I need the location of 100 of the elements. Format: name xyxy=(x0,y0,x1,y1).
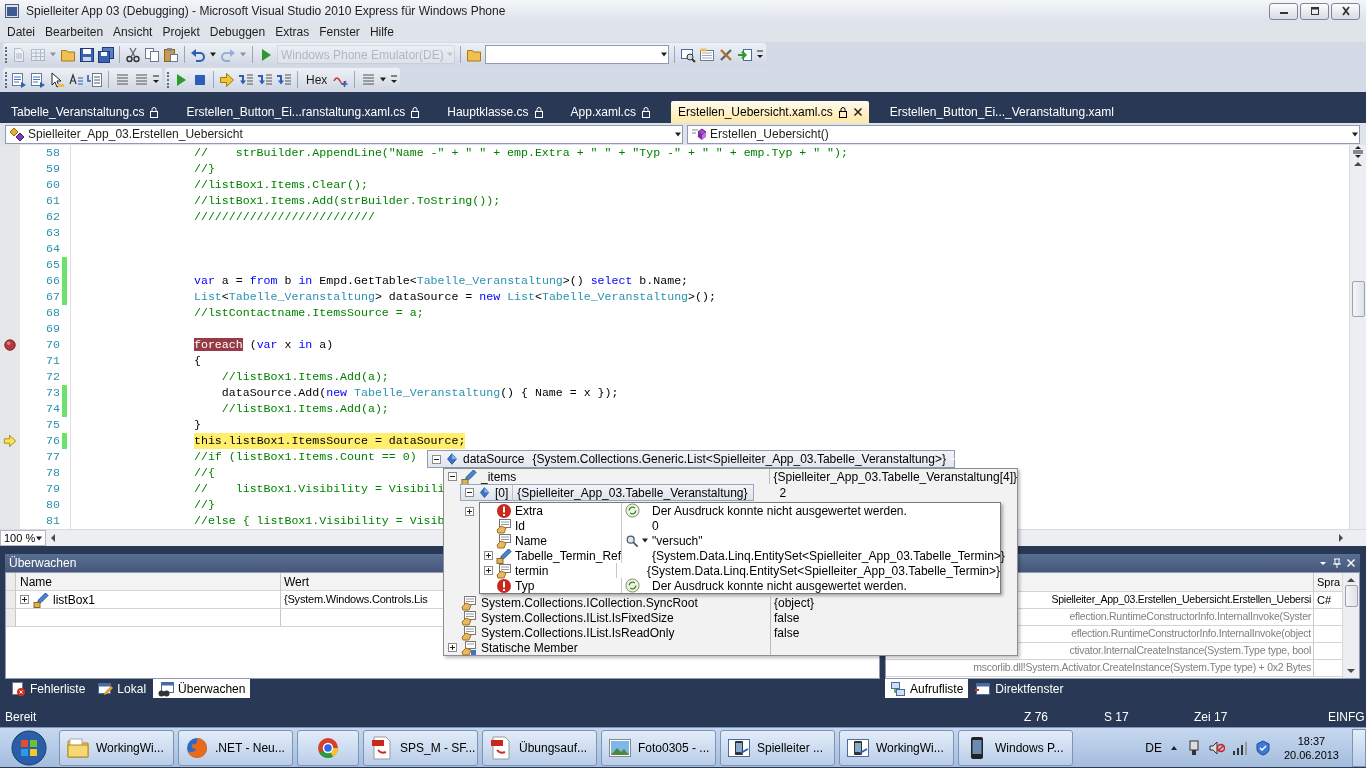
panel-tab[interactable]: Direktfenster xyxy=(970,679,1069,698)
taskbar-button[interactable]: WorkingWi... xyxy=(59,729,174,766)
step-icon[interactable] xyxy=(238,71,254,88)
vertical-scrollbar[interactable] xyxy=(1349,145,1366,529)
overflow-icon[interactable] xyxy=(152,75,160,84)
document-tab[interactable]: Erstellen_Button_Ei...ranstaltung.xaml.cs xyxy=(179,101,427,123)
clipboard-icon[interactable] xyxy=(163,46,179,63)
step-icon[interactable] xyxy=(276,71,292,88)
text-lines-icon[interactable] xyxy=(68,71,84,88)
taskbar-button[interactable]: Windows P... xyxy=(958,729,1073,766)
zoom-dropdown[interactable]: 100 % xyxy=(0,530,46,546)
document-tab[interactable]: Hauptklasse.cs xyxy=(440,101,550,123)
collapse-icon[interactable] xyxy=(432,454,441,464)
expand-icon[interactable] xyxy=(20,595,29,604)
maximize-button[interactable] xyxy=(1300,2,1329,20)
document-tab[interactable]: Tabelle_Veranstaltung.cs xyxy=(4,101,166,123)
breakpoint-icon[interactable] xyxy=(3,338,17,352)
menu-item[interactable]: Hilfe xyxy=(364,23,399,41)
close-icon[interactable] xyxy=(852,107,863,117)
scroll-right-icon[interactable] xyxy=(1336,532,1346,544)
floppy-disks-icon[interactable] xyxy=(98,46,114,63)
refresh-icon[interactable] xyxy=(625,503,640,518)
shield-icon[interactable] xyxy=(1254,739,1271,756)
clock-date[interactable]: 20.06.2013 xyxy=(1283,747,1339,762)
expand-icon[interactable] xyxy=(484,566,493,575)
signal-bars-icon[interactable] xyxy=(1231,739,1248,756)
overflow-icon[interactable] xyxy=(390,75,399,84)
properties-icon[interactable] xyxy=(699,46,715,63)
column-header[interactable]: Name xyxy=(16,573,281,590)
stack-frame[interactable]: mscorlib.dll!System.Activator.CreateInstance(System.Type type) + 0x2 Bytes xyxy=(973,660,1311,676)
stack-frame[interactable]: Spielleiter_App_03.Erstellen_Uebersicht.Erstellen_Uebersi xyxy=(1051,592,1311,608)
list-lines-icon[interactable] xyxy=(87,71,103,88)
hex-button[interactable]: Hex xyxy=(303,70,331,89)
taskbar-button[interactable]: Spielleiter ... xyxy=(720,729,835,766)
scroll-down-icon[interactable] xyxy=(1345,666,1357,676)
panel-tab[interactable]: Lokal xyxy=(92,679,152,698)
dropdown[interactable] xyxy=(485,45,669,64)
member-value: {System.Data.Linq.EntitySet<Spielleiter_App_03.Tabelle_Termin>} xyxy=(647,563,1000,580)
taskbar-button[interactable]: Übungsauf... xyxy=(482,729,597,766)
pin-icon[interactable] xyxy=(1332,557,1342,569)
taskbar-button[interactable]: WorkingWi... xyxy=(839,729,954,766)
taskbar-button[interactable] xyxy=(297,729,359,766)
speaker-icon[interactable] xyxy=(1208,739,1225,756)
splitter-icon[interactable] xyxy=(1351,145,1365,159)
taskbar-button[interactable]: Foto0305 - ... xyxy=(601,729,716,766)
clock-time[interactable]: 18:37 xyxy=(1297,733,1326,748)
step-icon[interactable] xyxy=(257,71,273,88)
show-desktop-button[interactable] xyxy=(1352,728,1366,767)
menu-item[interactable]: Bearbeiten xyxy=(40,23,109,41)
vertical-scrollbar[interactable] xyxy=(1342,573,1359,678)
document-tab[interactable]: Erstellen_Uebersicht.xaml.cs xyxy=(670,101,869,123)
arrow-icon[interactable] xyxy=(219,71,235,88)
refresh-icon[interactable] xyxy=(625,578,640,593)
menu-item[interactable]: Ansicht xyxy=(108,23,158,41)
stack-frame[interactable]: eflection.RuntimeConstructorInfo.InternalInvoke(object xyxy=(1071,626,1311,642)
scroll-up-icon[interactable] xyxy=(1352,159,1364,169)
dropdown[interactable]: Spielleiter_App_03.Erstellen_Uebersicht xyxy=(5,124,683,144)
column-header[interactable]: Spra xyxy=(1314,573,1342,591)
arrow-box-icon[interactable] xyxy=(737,46,753,63)
taskbar-button[interactable]: .NET - Neu... xyxy=(178,729,293,766)
document-tab[interactable]: App.xaml.cs xyxy=(563,101,657,123)
scrollbar-thumb[interactable] xyxy=(1351,281,1365,317)
language-indicator[interactable]: DE xyxy=(1145,738,1162,757)
caret-icon[interactable] xyxy=(379,77,388,82)
expand-icon[interactable] xyxy=(465,507,474,516)
overflow-icon[interactable] xyxy=(756,50,764,59)
scissors-icon[interactable] xyxy=(125,46,141,63)
close-button[interactable] xyxy=(1331,2,1360,20)
panel-tab[interactable]: Fehlerliste xyxy=(5,679,91,698)
menu-item[interactable]: Extras xyxy=(270,23,315,41)
copy-icon[interactable] xyxy=(144,46,160,63)
menu-item[interactable]: Projekt xyxy=(157,23,205,41)
caret-icon[interactable] xyxy=(209,52,217,57)
collapse-icon[interactable] xyxy=(465,488,474,497)
expand-icon[interactable] xyxy=(484,551,493,560)
expand-icon[interactable] xyxy=(448,643,457,652)
menu-item[interactable]: Fenster xyxy=(314,23,365,41)
list-arrow-icon[interactable] xyxy=(11,71,27,88)
taskbar-button[interactable]: SPS_M - SF... xyxy=(363,729,478,766)
row-header-cell[interactable] xyxy=(6,591,16,608)
panel-tab[interactable]: Aufrufliste xyxy=(885,679,969,698)
caret-icon[interactable] xyxy=(641,538,649,543)
menu-item[interactable]: Debuggen xyxy=(204,23,271,41)
cursor-icon[interactable] xyxy=(49,71,65,88)
search-icon[interactable] xyxy=(625,533,639,548)
stack-frame[interactable]: eflection.RuntimeConstructorInfo.InternalInvoke(Syster xyxy=(1069,609,1311,625)
member-value: "versuch" xyxy=(652,532,703,550)
minimize-button[interactable] xyxy=(1269,2,1298,20)
menu-item[interactable]: Datei xyxy=(2,23,40,41)
document-tab[interactable]: Erstellen_Button_Ei..._Veranstaltung.xaml xyxy=(882,101,1120,123)
panel-tab[interactable]: Überwachen xyxy=(153,679,251,698)
list-arrow-icon[interactable] xyxy=(30,71,46,88)
dropdown[interactable]: Erstellen_Uebersicht() xyxy=(687,124,1360,144)
scrollbar-thumb[interactable] xyxy=(1344,585,1358,607)
row-header-cell[interactable] xyxy=(6,609,16,626)
stack-frame[interactable]: ctivator.InternalCreateInstance(System.Type type, bool xyxy=(1069,643,1311,659)
undo-icon[interactable] xyxy=(190,46,206,63)
tools-icon[interactable] xyxy=(718,46,734,63)
collapse-icon[interactable] xyxy=(448,472,457,481)
magnifier-window-icon[interactable] xyxy=(680,46,696,63)
